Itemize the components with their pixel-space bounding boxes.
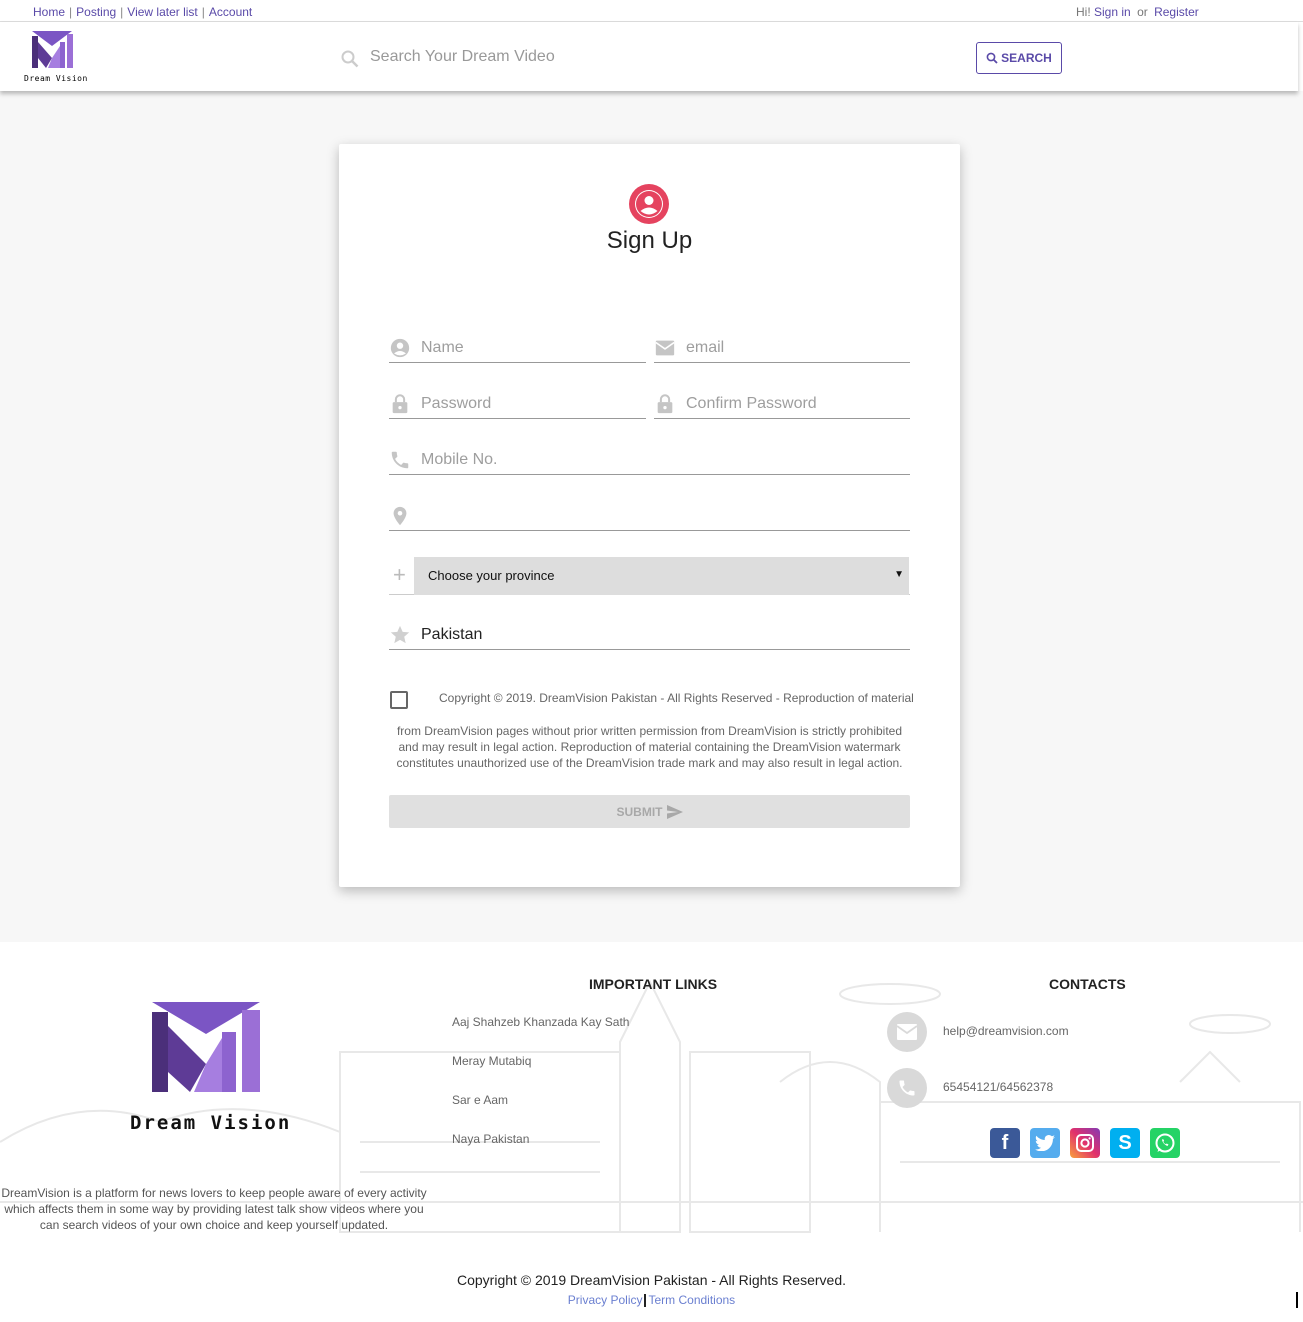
lock-icon (657, 394, 673, 414)
province-field-row: + Choose your province ▼ (389, 557, 910, 595)
account-circle-icon (629, 184, 669, 224)
nav-posting-link[interactable]: Posting (76, 5, 116, 19)
greeting-text: Hi! (1076, 5, 1091, 19)
or-text: or (1137, 5, 1148, 19)
link-divider (644, 1294, 647, 1308)
footer-link[interactable]: Aaj Shahzeb Khanzada Kay Sath (452, 1015, 629, 1029)
star-icon (390, 625, 410, 644)
register-link[interactable]: Register (1154, 5, 1199, 19)
copyright-text: Copyright © 2019 DreamVision Pakistan - … (456, 1272, 846, 1288)
password-field-row (389, 391, 646, 419)
important-links-title: IMPORTANT LINKS (589, 976, 718, 992)
legal-links: Privacy Policy Term Conditions (0, 1293, 1303, 1308)
privacy-policy-link[interactable]: Privacy Policy (568, 1293, 643, 1307)
footer-link[interactable]: Naya Pakistan (452, 1132, 529, 1146)
mobile-field-row (389, 447, 910, 475)
submit-button[interactable]: SUBMIT (389, 795, 910, 828)
footer: Dream Vision DreamVision is a platform f… (0, 942, 1303, 1240)
location-pin-icon (393, 506, 407, 526)
text-cursor (1296, 1292, 1298, 1308)
name-input[interactable] (421, 335, 641, 361)
signup-title: Sign Up (606, 227, 693, 254)
nav-home-link[interactable]: Home (33, 5, 65, 19)
logo-mark-icon (32, 31, 73, 68)
contacts-title: CONTACTS (1049, 976, 1126, 992)
country-field-row (389, 622, 910, 650)
phone-icon (887, 1068, 927, 1108)
search-button-icon (986, 52, 998, 64)
auth-links: Hi! Sign in or Register (1076, 5, 1199, 19)
plus-icon: + (393, 562, 406, 587)
search-button[interactable]: SEARCH (976, 42, 1062, 74)
confirm-password-input[interactable] (686, 391, 906, 417)
signup-card: Sign Up Name email Mobile No. + Choose y… (339, 144, 960, 887)
lock-icon (392, 394, 408, 414)
whatsapp-icon[interactable] (1150, 1128, 1180, 1158)
province-select[interactable]: Choose your province ▼ (414, 557, 909, 595)
email-field-row (654, 335, 910, 363)
twitter-icon[interactable] (1030, 1128, 1060, 1158)
site-logo[interactable]: Dream Vision (24, 28, 87, 86)
terms-link[interactable]: Term Conditions (648, 1293, 735, 1307)
mail-icon (887, 1012, 927, 1052)
search-button-label: SEARCH (1001, 51, 1052, 65)
search-input[interactable] (370, 48, 950, 66)
instagram-icon[interactable] (1070, 1128, 1100, 1158)
password-input[interactable] (421, 391, 641, 417)
footer-brand: Dream Vision (130, 1112, 292, 1134)
send-icon (666, 804, 683, 819)
name-field-row (389, 335, 646, 363)
dropdown-arrow-icon: ▼ (894, 569, 904, 580)
contact-email[interactable]: help@dreamvision.com (943, 1024, 1069, 1038)
phone-icon (391, 451, 409, 469)
skype-icon[interactable]: S (1110, 1128, 1140, 1158)
nav-account-link[interactable]: Account (209, 5, 252, 19)
country-input[interactable] (421, 622, 901, 648)
mobile-input[interactable] (421, 447, 901, 473)
footer-link[interactable]: Sar e Aam (452, 1093, 508, 1107)
footer-link[interactable]: Meray Mutabiq (452, 1054, 531, 1068)
sign-in-link[interactable]: Sign in (1094, 5, 1131, 19)
top-nav: Home | Posting | View later list | Account (33, 5, 253, 19)
search-icon (341, 50, 359, 68)
person-icon (390, 338, 410, 358)
terms-text-line: Copyright © 2019. DreamVision Pakistan -… (439, 691, 914, 705)
address-input[interactable] (421, 503, 901, 529)
footer-description: DreamVision is a platform for news lover… (1, 1186, 427, 1232)
footer-logo-icon (152, 1002, 260, 1092)
terms-checkbox[interactable] (390, 691, 408, 709)
province-selected-value: Choose your province (428, 568, 555, 583)
nav-view-later-link[interactable]: View later list (127, 5, 197, 19)
confirm-password-field-row (654, 391, 910, 419)
contact-phone[interactable]: 65454121/64562378 (943, 1080, 1053, 1094)
facebook-icon[interactable]: f (990, 1128, 1020, 1158)
address-field-row (389, 503, 910, 531)
top-bar: Home | Posting | View later list | Account Hi!… (0, 0, 1303, 22)
email-icon (655, 340, 675, 356)
email-input[interactable] (686, 335, 906, 361)
header: Dream Vision SEARCH (0, 22, 1298, 91)
submit-label: SUBMIT (616, 804, 663, 819)
terms-text: from DreamVision pages without prior wri… (396, 724, 903, 770)
logo-text: Dream Vision (24, 74, 88, 83)
